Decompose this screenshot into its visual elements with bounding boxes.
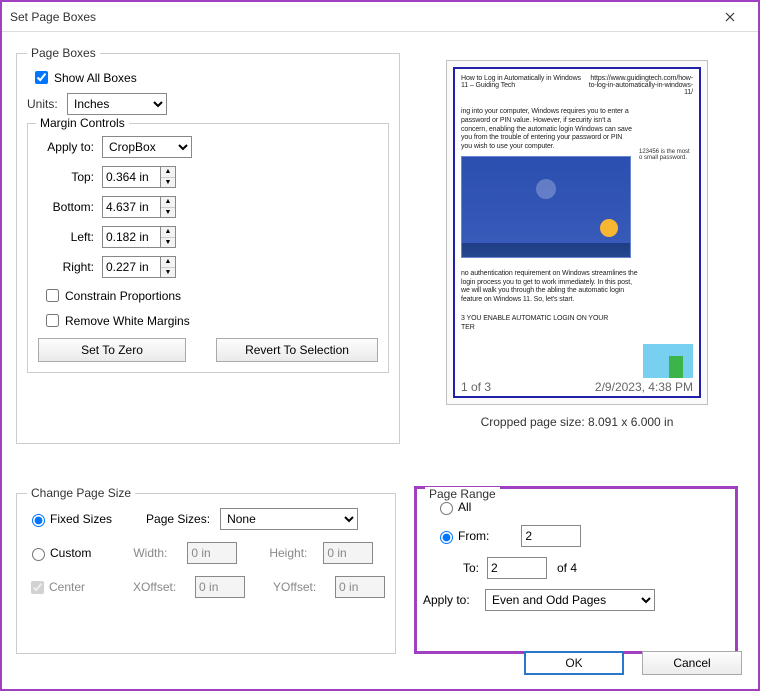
show-all-boxes-row: Show All Boxes <box>31 68 389 87</box>
show-all-boxes-label: Show All Boxes <box>54 71 137 85</box>
from-radio[interactable] <box>440 531 453 544</box>
revert-to-selection-button[interactable]: Revert To Selection <box>216 338 378 362</box>
dialog-window: Set Page Boxes Page Boxes Show All Boxes… <box>0 0 760 691</box>
cropped-size-label: Cropped page size: 8.091 x 6.000 in <box>422 415 732 429</box>
bottom-label: Bottom: <box>38 200 102 214</box>
from-input[interactable] <box>521 525 581 547</box>
change-size-legend: Change Page Size <box>27 486 135 500</box>
xoffset-input <box>195 576 245 598</box>
bottom-up-button[interactable]: ▲ <box>161 197 175 208</box>
preview-game-thumb <box>643 344 693 378</box>
preview-para2: no authentication requirement on Windows… <box>461 270 641 305</box>
to-label: To: <box>439 561 487 575</box>
top-up-button[interactable]: ▲ <box>161 167 175 178</box>
fixed-sizes-radio[interactable] <box>32 514 45 527</box>
left-down-button[interactable]: ▼ <box>161 238 175 248</box>
bottom-down-button[interactable]: ▼ <box>161 208 175 218</box>
height-input <box>323 542 373 564</box>
top-down-button[interactable]: ▼ <box>161 178 175 188</box>
remove-white-margins-checkbox[interactable] <box>46 314 59 327</box>
units-row: Units: Inches <box>27 93 389 115</box>
apply-to-select[interactable]: CropBox <box>102 136 192 158</box>
preview-heading: 3 YOU ENABLE AUTOMATIC LOGIN ON YOUR TER <box>461 315 611 333</box>
window-title: Set Page Boxes <box>10 10 710 24</box>
center-label: Center <box>49 580 85 594</box>
close-icon <box>725 12 735 22</box>
pr-apply-to-select[interactable]: Even and Odd Pages <box>485 589 655 611</box>
left-up-button[interactable]: ▲ <box>161 227 175 238</box>
apply-to-label: Apply to: <box>38 140 102 154</box>
constrain-label: Constrain Proportions <box>65 289 181 303</box>
dialog-body: Page Boxes Show All Boxes Units: Inches … <box>2 32 758 689</box>
right-input[interactable] <box>102 256 160 278</box>
change-page-size-group: Change Page Size Fixed Sizes Page Sizes:… <box>16 486 396 654</box>
of-label: of 4 <box>557 561 577 575</box>
bottom-input[interactable] <box>102 196 160 218</box>
right-spinner: ▲▼ <box>102 256 176 278</box>
preview-image <box>461 156 631 258</box>
emoji-icon <box>600 219 618 237</box>
preview-footer-right: 2/9/2023, 4:38 PM <box>595 380 693 394</box>
from-label: From: <box>458 529 489 543</box>
fixed-sizes-label: Fixed Sizes <box>50 512 112 526</box>
center-checkbox <box>31 581 44 594</box>
preview-top-left: How to Log in Automatically in Windows 1… <box>461 75 589 96</box>
units-select[interactable]: Inches <box>67 93 167 115</box>
right-down-button[interactable]: ▼ <box>161 268 175 278</box>
dialog-buttons: OK Cancel <box>524 651 742 675</box>
cancel-button[interactable]: Cancel <box>642 651 742 675</box>
preview-inner: How to Log in Automatically in Windows 1… <box>453 67 701 398</box>
custom-radio[interactable] <box>32 548 45 561</box>
preview-right-note: 123456 is the most o small password. <box>639 149 693 161</box>
page-preview: How to Log in Automatically in Windows 1… <box>446 60 708 405</box>
avatar-icon <box>536 179 556 199</box>
right-label: Right: <box>38 260 102 274</box>
titlebar: Set Page Boxes <box>2 2 758 32</box>
top-spinner: ▲▼ <box>102 166 176 188</box>
preview-wrap: How to Log in Automatically in Windows 1… <box>422 60 732 429</box>
page-range-group: Page Range All From: To: of 4 Apply to: <box>414 486 738 654</box>
preview-top-right: https://www.guidingtech.com/how-to-log-i… <box>589 75 693 96</box>
page-boxes-group: Page Boxes Show All Boxes Units: Inches … <box>16 46 400 444</box>
preview-footer-left: 1 of 3 <box>461 380 491 394</box>
units-label: Units: <box>27 97 67 111</box>
constrain-checkbox[interactable] <box>46 289 59 302</box>
custom-label: Custom <box>50 546 91 560</box>
page-sizes-select[interactable]: None <box>220 508 358 530</box>
top-label: Top: <box>38 170 102 184</box>
top-input[interactable] <box>102 166 160 188</box>
left-spinner: ▲▼ <box>102 226 176 248</box>
to-input[interactable] <box>487 557 547 579</box>
preview-para1: ing into your computer, Windows requires… <box>461 108 633 152</box>
ok-button[interactable]: OK <box>524 651 624 675</box>
pipe-icon <box>669 356 683 378</box>
xoffset-label: XOffset: <box>133 580 185 594</box>
show-all-boxes-checkbox[interactable] <box>35 71 48 84</box>
all-pages-label: All <box>458 500 471 514</box>
yoffset-input <box>335 576 385 598</box>
page-sizes-label: Page Sizes: <box>146 512 210 526</box>
remove-white-margins-label: Remove White Margins <box>65 314 190 328</box>
right-up-button[interactable]: ▲ <box>161 257 175 268</box>
all-pages-radio[interactable] <box>440 502 453 515</box>
close-button[interactable] <box>710 3 750 31</box>
margin-controls-group: Margin Controls Apply to: CropBox Top: ▲… <box>27 123 389 373</box>
yoffset-label: YOffset: <box>273 580 325 594</box>
margin-controls-legend: Margin Controls <box>36 116 129 130</box>
height-label: Height: <box>269 546 313 560</box>
width-label: Width: <box>133 546 177 560</box>
page-range-legend: Page Range <box>425 487 500 501</box>
set-to-zero-button[interactable]: Set To Zero <box>38 338 186 362</box>
pr-apply-to-label: Apply to: <box>423 593 485 607</box>
page-boxes-legend: Page Boxes <box>27 46 100 60</box>
left-input[interactable] <box>102 226 160 248</box>
left-label: Left: <box>38 230 102 244</box>
width-input <box>187 542 237 564</box>
bottom-spinner: ▲▼ <box>102 196 176 218</box>
